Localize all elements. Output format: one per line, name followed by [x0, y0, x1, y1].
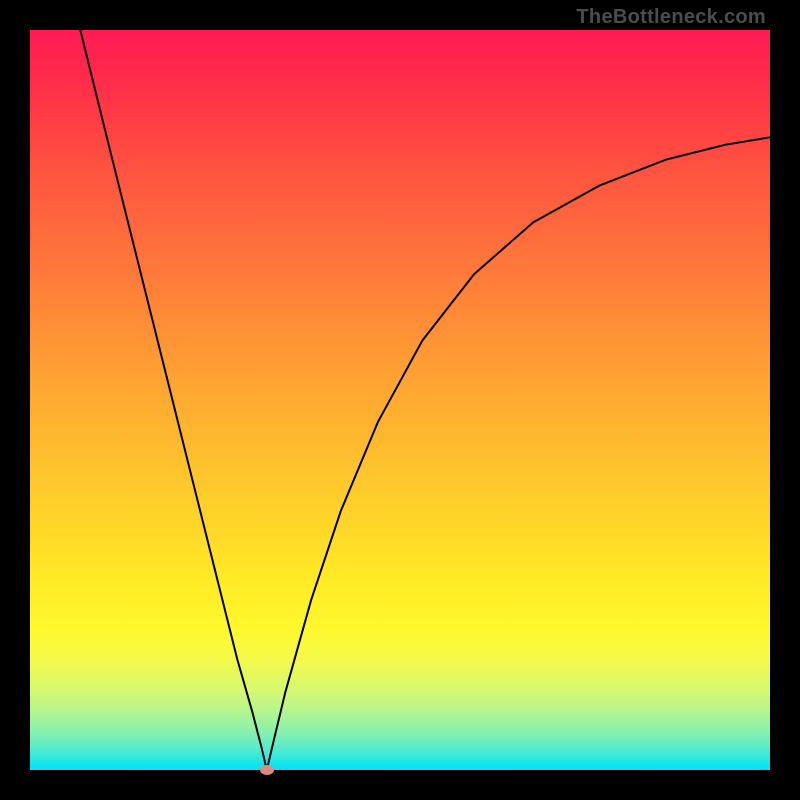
plot-area: [30, 30, 770, 770]
chart-container: TheBottleneck.com: [0, 0, 800, 800]
attribution-label: TheBottleneck.com: [576, 6, 766, 29]
curve-svg: [30, 30, 770, 770]
bottleneck-curve: [80, 30, 770, 770]
optimum-marker: [260, 765, 274, 775]
